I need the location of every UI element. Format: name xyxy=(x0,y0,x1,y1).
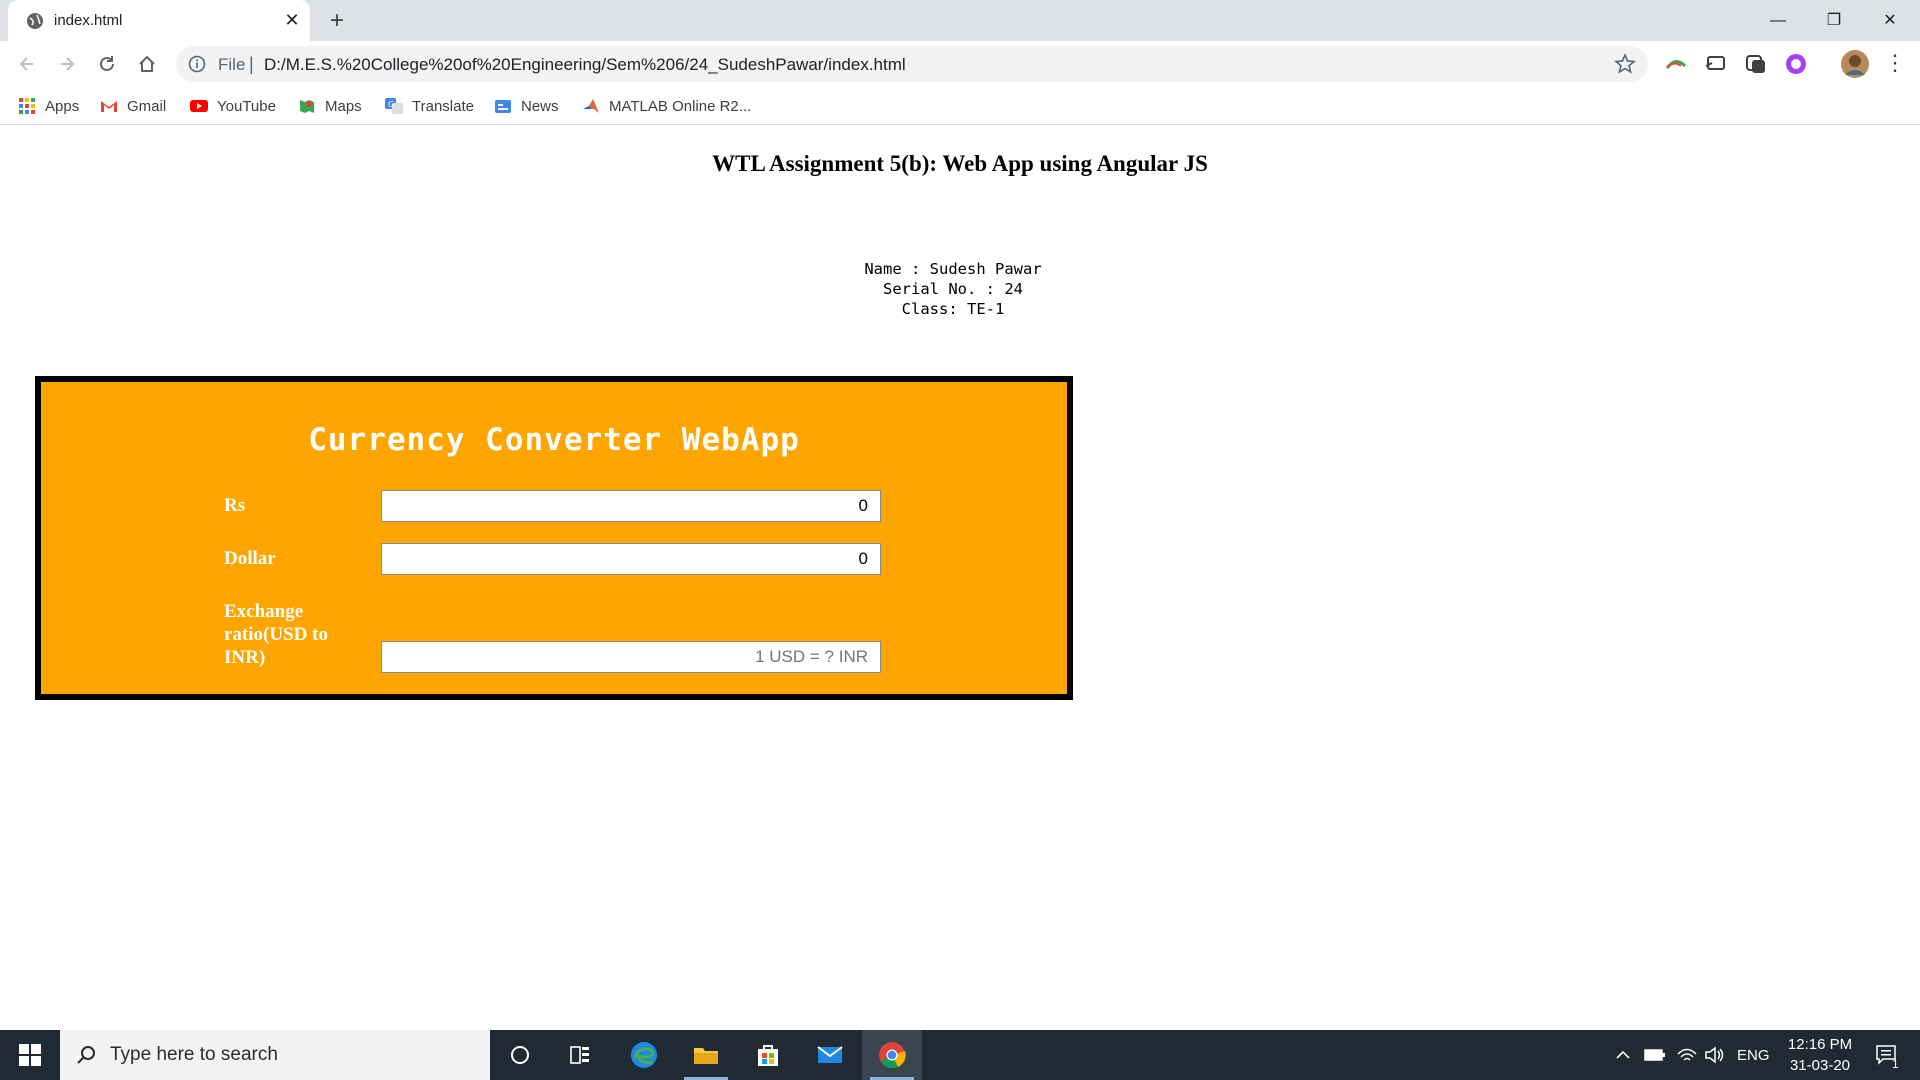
reload-button[interactable] xyxy=(92,49,122,79)
tab-close-icon[interactable]: ✕ xyxy=(281,9,303,31)
chrome-app[interactable] xyxy=(862,1030,922,1080)
svg-text:G: G xyxy=(388,100,394,109)
battery-icon[interactable] xyxy=(1644,1030,1666,1080)
url-scheme-label: File xyxy=(218,55,246,74)
rs-label: Rs xyxy=(224,495,246,516)
bookmarks-bar: Apps Gmail YouTube Maps G Translate News… xyxy=(0,87,1920,125)
menu-kebab-icon[interactable]: ⋮ xyxy=(1884,51,1906,77)
maps-icon xyxy=(300,100,314,113)
back-button[interactable] xyxy=(12,49,42,79)
bookmark-label: YouTube xyxy=(217,97,276,115)
globe-icon xyxy=(27,13,43,29)
mail-icon xyxy=(817,1046,843,1063)
extension-cast-icon[interactable] xyxy=(1704,52,1728,76)
student-name: Name : Sudesh Pawar xyxy=(864,260,1042,278)
cortana-button[interactable] xyxy=(490,1030,550,1080)
clock-time: 12:16 PM xyxy=(1787,1036,1853,1053)
forward-button[interactable] xyxy=(52,49,82,79)
bookmark-label: Gmail xyxy=(127,97,167,115)
bookmark-maps[interactable]: Maps xyxy=(298,96,362,116)
restore-button[interactable]: ❐ xyxy=(1806,0,1862,41)
page-title: WTL Assignment 5(b): Web App using Angul… xyxy=(712,151,1208,176)
windows-taskbar: Type here to search ENG 12:16 PM 31-03-2… xyxy=(0,1030,1920,1080)
gmail-icon xyxy=(101,101,117,112)
tab-index-html[interactable]: index.html ✕ xyxy=(8,0,310,41)
address-bar[interactable]: File | D:/M.E.S.%20College%20of%20Engine… xyxy=(176,46,1648,82)
info-icon[interactable] xyxy=(188,55,206,73)
minimize-button[interactable]: — xyxy=(1750,0,1806,41)
currency-converter-panel: Currency Converter WebApp Rs Dollar Exch… xyxy=(35,376,1073,700)
forward-arrow-icon xyxy=(61,57,75,71)
home-icon xyxy=(139,55,155,72)
notification-count: 1 xyxy=(1892,1057,1899,1071)
bookmark-translate[interactable]: G Translate xyxy=(385,96,474,116)
student-serial: Serial No. : 24 xyxy=(883,280,1023,298)
search-icon xyxy=(77,1046,95,1064)
clock-date: 31-03-20 xyxy=(1789,1057,1851,1074)
exchange-ratio-label: Exchange ratio(USD to INR) xyxy=(224,601,328,668)
bookmark-apps[interactable]: Apps xyxy=(18,96,79,116)
start-button[interactable] xyxy=(0,1030,60,1080)
matlab-icon xyxy=(583,99,599,113)
dollar-input[interactable] xyxy=(381,543,881,575)
cortana-circle-icon xyxy=(511,1046,529,1064)
reload-icon xyxy=(100,56,114,71)
youtube-icon xyxy=(190,100,208,112)
taskbar-search[interactable]: Type here to search xyxy=(60,1030,490,1080)
bookmark-gmail[interactable]: Gmail xyxy=(100,96,166,116)
task-view-button[interactable] xyxy=(550,1030,610,1080)
dollar-label: Dollar xyxy=(224,548,276,569)
show-hidden-icons-chevron-icon[interactable] xyxy=(1614,1030,1632,1080)
student-class: Class: TE-1 xyxy=(901,300,1005,318)
bookmark-news[interactable]: News xyxy=(494,96,559,116)
search-placeholder: Type here to search xyxy=(110,1044,278,1065)
browser-toolbar: File | D:/M.E.S.%20College%20of%20Engine… xyxy=(0,41,1920,116)
bookmark-label: Translate xyxy=(412,97,474,115)
wifi-icon[interactable] xyxy=(1676,1030,1698,1080)
close-window-button[interactable]: ✕ xyxy=(1862,0,1918,41)
bookmark-youtube[interactable]: YouTube xyxy=(190,96,276,116)
edge-app[interactable] xyxy=(614,1030,674,1080)
converter-title: Currency Converter WebApp xyxy=(308,422,800,458)
bookmark-label: Maps xyxy=(325,97,362,115)
bookmark-label: News xyxy=(521,97,559,115)
translate-icon: G xyxy=(385,98,403,114)
volume-icon[interactable] xyxy=(1704,1030,1726,1080)
student-info: Name : Sudesh Pawar Serial No. : 24 Clas… xyxy=(0,259,1906,319)
apps-grid-icon xyxy=(19,98,35,114)
url-separator: | xyxy=(249,54,254,74)
chrome-icon xyxy=(879,1042,906,1069)
action-center-button[interactable]: 1 xyxy=(1868,1030,1908,1080)
bookmark-matlab[interactable]: MATLAB Online R2... xyxy=(582,96,751,116)
edge-icon xyxy=(631,1042,657,1068)
windows-logo-icon xyxy=(19,1044,41,1066)
profile-avatar[interactable] xyxy=(1840,49,1870,79)
url-text[interactable]: D:/M.E.S.%20College%20of%20Engineering/S… xyxy=(264,55,906,75)
system-clock[interactable]: 12:16 PM 31-03-20 xyxy=(1770,1034,1870,1076)
extension-copy-icon[interactable] xyxy=(1744,52,1768,76)
store-app[interactable] xyxy=(738,1030,798,1080)
folder-icon xyxy=(694,1048,718,1064)
exchange-ratio-input[interactable] xyxy=(381,641,881,673)
home-button[interactable] xyxy=(132,49,162,79)
store-bag-icon xyxy=(758,1045,778,1066)
back-arrow-icon xyxy=(19,57,33,71)
language-indicator[interactable]: ENG xyxy=(1737,1030,1770,1080)
file-explorer-app[interactable] xyxy=(676,1030,736,1080)
new-tab-button[interactable]: + xyxy=(324,8,350,34)
rs-input[interactable] xyxy=(381,490,881,522)
tab-title: index.html xyxy=(54,12,123,29)
bookmark-label: Apps xyxy=(45,97,80,115)
mail-app[interactable] xyxy=(800,1030,860,1080)
tab-strip: index.html ✕ + — ❐ ✕ xyxy=(0,0,1920,41)
bookmark-label: MATLAB Online R2... xyxy=(609,97,752,115)
extension-purple-circle-icon[interactable] xyxy=(1784,52,1808,76)
task-view-icon xyxy=(570,1046,589,1064)
bookmark-star-icon[interactable] xyxy=(1614,53,1636,75)
extension-rainbow-icon[interactable] xyxy=(1664,52,1688,76)
news-icon xyxy=(495,100,511,113)
